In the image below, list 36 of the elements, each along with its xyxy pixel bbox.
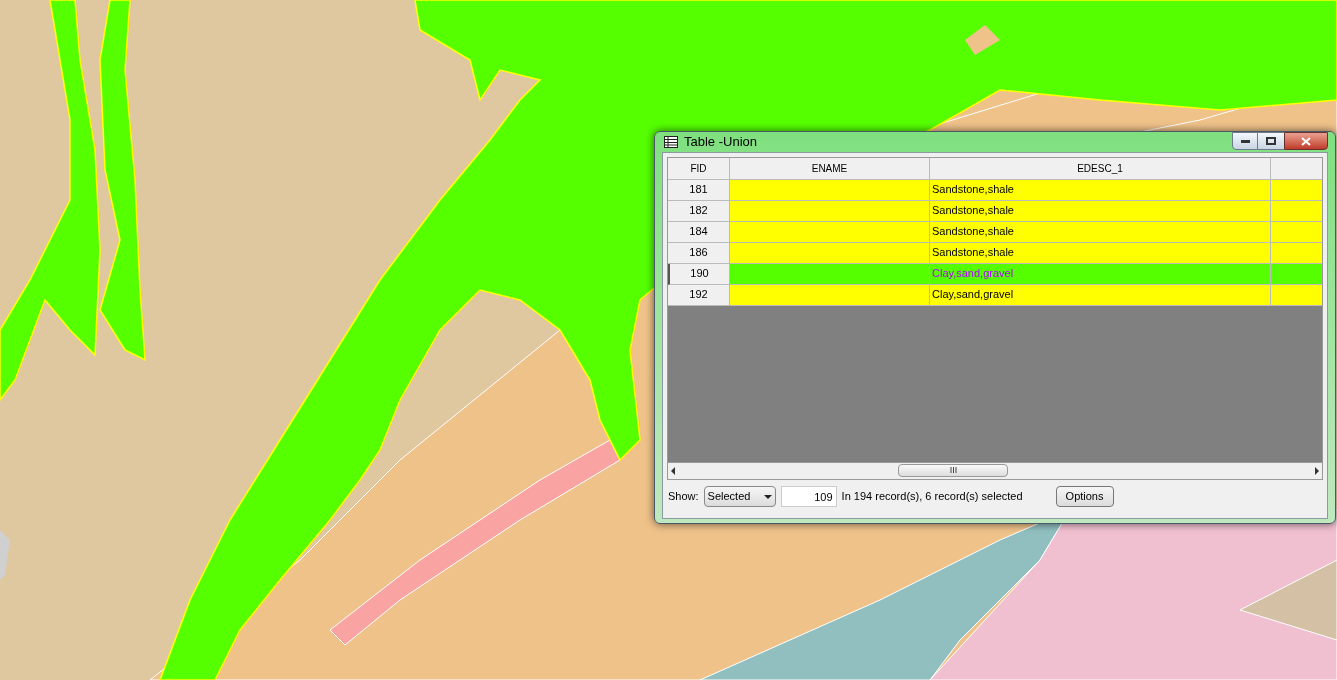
- column-header[interactable]: EDESC_1: [930, 157, 1271, 180]
- row-header[interactable]: 192: [668, 284, 730, 306]
- scroll-left-icon[interactable]: [671, 466, 675, 475]
- table-icon: [664, 135, 678, 148]
- maximize-button[interactable]: [1258, 132, 1284, 150]
- column-header[interactable]: ENAME: [730, 157, 930, 180]
- record-field[interactable]: 109: [780, 486, 837, 507]
- row-header[interactable]: 181: [668, 179, 730, 201]
- table-row[interactable]: Sandstone,shale: [730, 179, 1322, 201]
- table-row[interactable]: Sandstone,shale: [730, 221, 1322, 243]
- row-header[interactable]: 184: [668, 221, 730, 243]
- row-header[interactable]: 190: [668, 263, 730, 285]
- close-icon: [1301, 136, 1311, 146]
- table-cell-text: Clay,sand,gravel: [932, 266, 1014, 282]
- record-status: In 194 record(s), 6 record(s) selected: [841, 489, 1023, 505]
- row-header[interactable]: 186: [668, 242, 730, 264]
- show-label: Show:: [668, 489, 699, 505]
- table-cell-text: Sandstone,shale: [932, 245, 1014, 261]
- caret-icon: [763, 494, 772, 499]
- table-row[interactable]: Clay,sand,gravel: [730, 284, 1322, 306]
- table-row[interactable]: Sandstone,shale: [730, 200, 1322, 222]
- table-cell-text: Sandstone,shale: [932, 203, 1014, 219]
- table-cell-text: Clay,sand,gravel: [932, 287, 1014, 303]
- column-header[interactable]: FID: [668, 157, 730, 180]
- table-cell-text: Sandstone,shale: [932, 182, 1014, 198]
- show-dropdown[interactable]: Selected: [703, 486, 776, 507]
- minimize-button[interactable]: [1232, 132, 1258, 150]
- options-button[interactable]: Options: [1055, 486, 1114, 507]
- table-row[interactable]: Sandstone,shale: [730, 242, 1322, 264]
- scroll-thumb[interactable]: [898, 463, 1008, 477]
- table-row[interactable]: Clay,sand,gravel: [730, 263, 1322, 285]
- table-cell-text: Sandstone,shale: [932, 224, 1014, 240]
- scroll-right-icon[interactable]: [1315, 466, 1319, 475]
- close-button[interactable]: [1284, 132, 1328, 150]
- window-title: Table -Union: [684, 133, 757, 151]
- row-header[interactable]: 182: [668, 200, 730, 222]
